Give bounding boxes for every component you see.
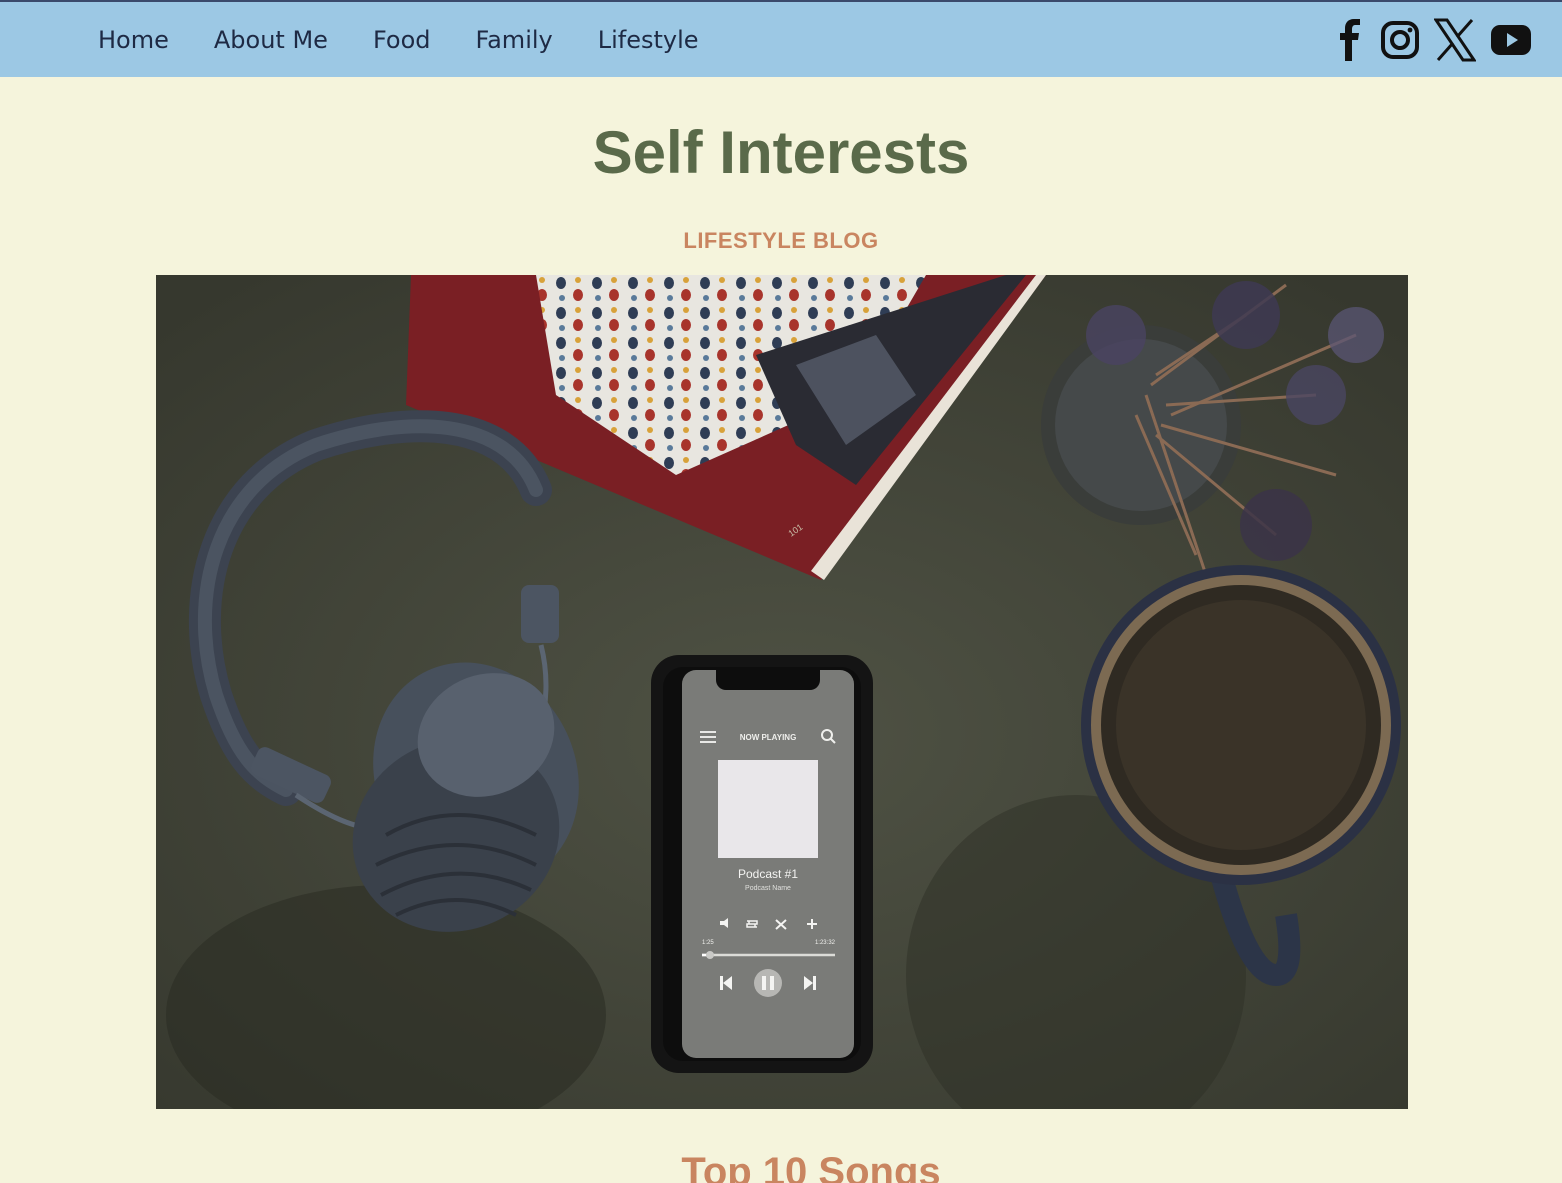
phone-elapsed-time: 1:25 (702, 940, 714, 946)
social-links (1322, 2, 1532, 77)
nav-link-home[interactable]: Home (98, 28, 169, 52)
nav-links: Home About Me Food Family Lifestyle (98, 2, 744, 77)
phone-album-art (718, 760, 818, 858)
site-tagline: LIFESTYLE BLOG (683, 228, 879, 253)
phone-track-subtitle: Podcast Name (745, 885, 791, 892)
instagram-icon[interactable] (1380, 20, 1420, 60)
navbar: Home About Me Food Family Lifestyle (0, 2, 1562, 77)
facebook-icon[interactable] (1336, 18, 1366, 61)
smartphone: NOW PLAYING Podcast #1 Podcast Name 1:25… (651, 655, 873, 1073)
phone-duration: 1:23:32 (815, 940, 836, 946)
nav-link-food[interactable]: Food (373, 28, 431, 52)
site-title: Self Interests (592, 119, 970, 186)
nav-link-about-me[interactable]: About Me (214, 28, 328, 52)
phone-now-playing-label: NOW PLAYING (740, 733, 797, 742)
x-icon[interactable] (1434, 18, 1476, 62)
phone-track-title: Podcast #1 (738, 867, 798, 881)
phone-pause-button (754, 969, 782, 997)
hero-image: 101 NOW PLAYING Podcast #1 Podcast Name … (156, 275, 1408, 1109)
nav-link-lifestyle[interactable]: Lifestyle (598, 28, 699, 52)
youtube-icon[interactable] (1490, 24, 1532, 56)
nav-link-family[interactable]: Family (476, 28, 553, 52)
phone-progress-knob (705, 951, 714, 959)
section-title-top-songs: Top 10 Songs (681, 1150, 941, 1183)
